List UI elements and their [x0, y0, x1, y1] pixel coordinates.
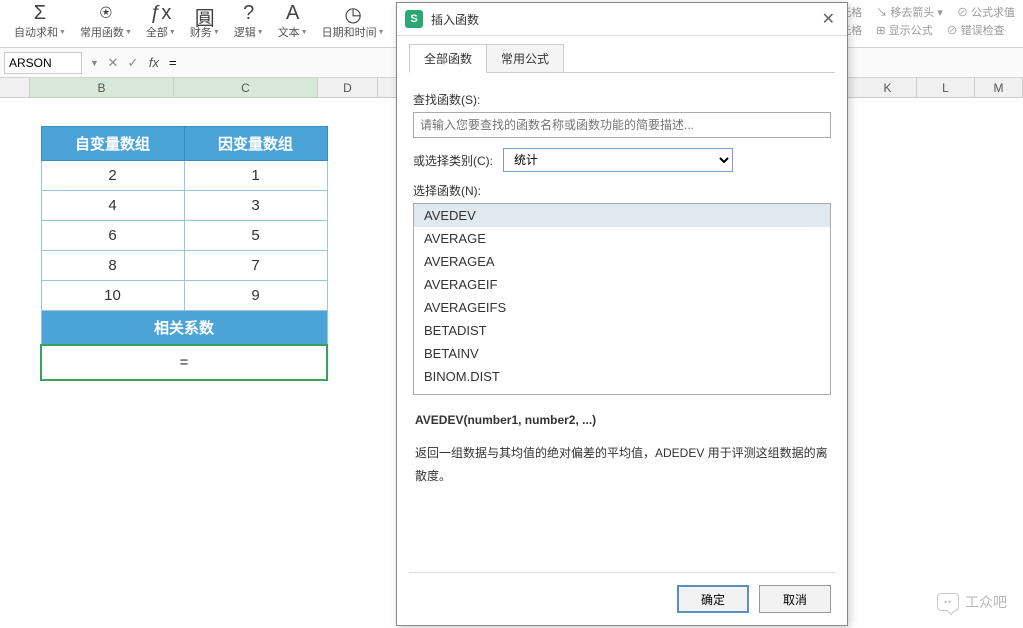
watermark-text: 工众吧 [965, 592, 1007, 612]
list-item[interactable]: BETADIST [414, 319, 830, 342]
column-header-c[interactable]: C [174, 78, 318, 97]
list-item[interactable]: BETAINV [414, 342, 830, 365]
ribbon-right-tools: 元格 ↘ 移去箭头 ▾ ⊘ 公式求值 元格 ⊞ 显示公式 ⊘ 错误检查 [840, 2, 1015, 38]
function-signature: AVEDEV(number1, number2, ...) [415, 409, 829, 432]
list-item[interactable]: AVERAGEIF [414, 273, 830, 296]
search-input[interactable] [413, 112, 831, 138]
finance-icon: 圓 [195, 2, 215, 24]
table-row: 87 [41, 251, 327, 281]
header-y: 因变量数组 [184, 127, 327, 161]
ok-button[interactable]: 确定 [677, 585, 749, 613]
column-header-k[interactable]: K [859, 78, 917, 97]
list-item[interactable]: AVERAGEA [414, 250, 830, 273]
fx-star-icon: ⍟ [100, 2, 112, 24]
list-item[interactable]: AVERAGEIFS [414, 296, 830, 319]
watermark: •• 工众吧 [937, 592, 1007, 612]
show-formulas-button[interactable]: ⊞ 显示公式 [876, 22, 932, 38]
common-functions-button[interactable]: ⍟ 常用函数▼ [74, 2, 138, 40]
sigma-icon: Σ [34, 2, 46, 24]
column-header-m[interactable]: M [975, 78, 1023, 97]
category-select[interactable]: 统计 [503, 148, 733, 172]
text-icon: A [286, 2, 299, 24]
all-functions-button[interactable]: ƒx 全部▼ [140, 2, 182, 40]
fx-icon: ƒx [150, 2, 171, 24]
table-row: 43 [41, 191, 327, 221]
clock-icon: ◷ [344, 2, 361, 24]
search-label: 查找函数(S): [413, 91, 831, 108]
list-item[interactable]: BINOM.DIST [414, 365, 830, 388]
error-check-button[interactable]: ⊘ 错误检查 [947, 22, 1005, 38]
tab-common-formulas[interactable]: 常用公式 [486, 44, 564, 73]
datetime-button[interactable]: ◷ 日期和时间▼ [316, 2, 391, 40]
name-box-dropdown[interactable]: ▼ [86, 58, 103, 68]
dialog-tabs: 全部函数 常用公式 [397, 36, 847, 73]
autosum-button[interactable]: Σ 自动求和▼ [8, 2, 72, 40]
finance-button[interactable]: 圓 财务▼ [184, 2, 226, 40]
close-icon[interactable]: ✕ [818, 9, 839, 29]
logic-button[interactable]: ? 逻辑▼ [228, 2, 270, 40]
formula-result-cell[interactable]: = [41, 345, 327, 380]
select-function-label: 选择函数(N): [413, 182, 831, 199]
table-row: 109 [41, 281, 327, 311]
list-item[interactable]: AVEDEV [414, 204, 830, 227]
table-row: 21 [41, 161, 327, 191]
insert-function-icon[interactable]: fx [143, 55, 165, 70]
list-item[interactable]: AVERAGE [414, 227, 830, 250]
header-x: 自变量数组 [41, 127, 184, 161]
column-header-d[interactable]: D [318, 78, 378, 97]
category-label: 或选择类别(C): [413, 152, 493, 169]
remove-arrows-button[interactable]: ↘ 移去箭头 ▾ [876, 4, 943, 20]
tab-all-functions[interactable]: 全部函数 [409, 44, 487, 73]
insert-function-dialog: S 插入函数 ✕ 全部函数 常用公式 查找函数(S): 或选择类别(C): 统计… [396, 2, 848, 626]
correlation-label: 相关系数 [41, 311, 327, 346]
function-description: AVEDEV(number1, number2, ...) 返回一组数据与其均值… [413, 395, 831, 501]
select-all-corner[interactable] [0, 78, 30, 97]
wps-logo-icon: S [405, 10, 423, 28]
wechat-icon: •• [937, 593, 959, 611]
column-header-b[interactable]: B [30, 78, 174, 97]
cancel-button[interactable]: 取消 [759, 585, 831, 613]
dialog-title: 插入函数 [431, 11, 479, 28]
name-box[interactable] [4, 52, 82, 74]
function-desc-text: 返回一组数据与其均值的绝对偏差的平均值，ADEDEV 用于评测这组数据的离散度。 [415, 442, 829, 488]
text-button[interactable]: A 文本▼ [272, 2, 314, 40]
accept-formula-icon[interactable]: ✓ [123, 55, 143, 71]
table-row: 65 [41, 221, 327, 251]
data-table: 自变量数组 因变量数组 21 43 65 87 109 相关系数 = [40, 126, 328, 381]
cancel-formula-icon[interactable]: ✕ [103, 55, 123, 71]
function-listbox[interactable]: AVEDEV AVERAGE AVERAGEA AVERAGEIF AVERAG… [413, 203, 831, 395]
logic-icon: ? [243, 2, 254, 24]
column-header-l[interactable]: L [917, 78, 975, 97]
evaluate-formula-button[interactable]: ⊘ 公式求值 [957, 4, 1015, 20]
dialog-titlebar[interactable]: S 插入函数 ✕ [397, 3, 847, 36]
